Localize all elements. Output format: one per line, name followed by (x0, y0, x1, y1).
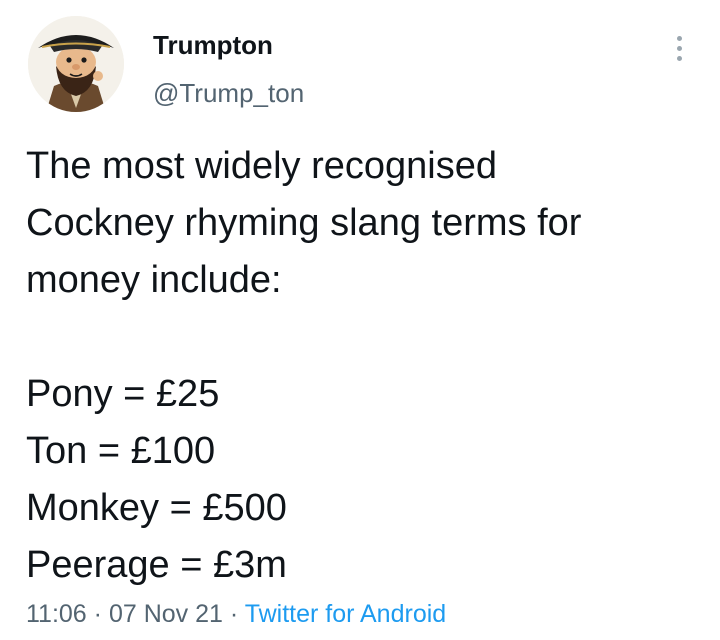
slang-term: Peerage = £3m (26, 544, 287, 586)
meta-separator: · (229, 600, 245, 628)
tweet-date[interactable]: 07 Nov 21 (109, 600, 223, 628)
author-avatar[interactable] (28, 16, 124, 112)
tweet-source-link[interactable]: Twitter for Android (245, 600, 446, 628)
meta-separator: · (93, 600, 109, 628)
more-vertical-icon (676, 35, 682, 41)
tweet-text-line: Cockney rhyming slang terms for (26, 202, 582, 244)
tweet-text-line: money include: (26, 259, 282, 301)
tweet-metadata: 11:06 · 07 Nov 21 · Twitter for Android (26, 598, 446, 630)
tweet-text: The most widely recognised Cockney rhymi… (26, 138, 706, 594)
author-handle[interactable]: @Trump_ton (153, 76, 304, 110)
pirate-cartoon-avatar-icon (28, 16, 124, 112)
more-options-button[interactable] (664, 26, 694, 70)
more-vertical-icon-dot (676, 45, 682, 51)
slang-term: Ton = £100 (26, 430, 216, 472)
tweet-text-line: The most widely recognised (26, 145, 497, 187)
tweet-card: Trumpton @Trump_ton The most widely reco… (0, 0, 720, 640)
more-vertical-icon-dot (676, 55, 682, 61)
tweet-time[interactable]: 11:06 (26, 600, 87, 628)
author-display-name[interactable]: Trumpton (153, 28, 273, 62)
slang-term: Monkey = £500 (26, 487, 287, 529)
slang-term: Pony = £25 (26, 373, 220, 415)
